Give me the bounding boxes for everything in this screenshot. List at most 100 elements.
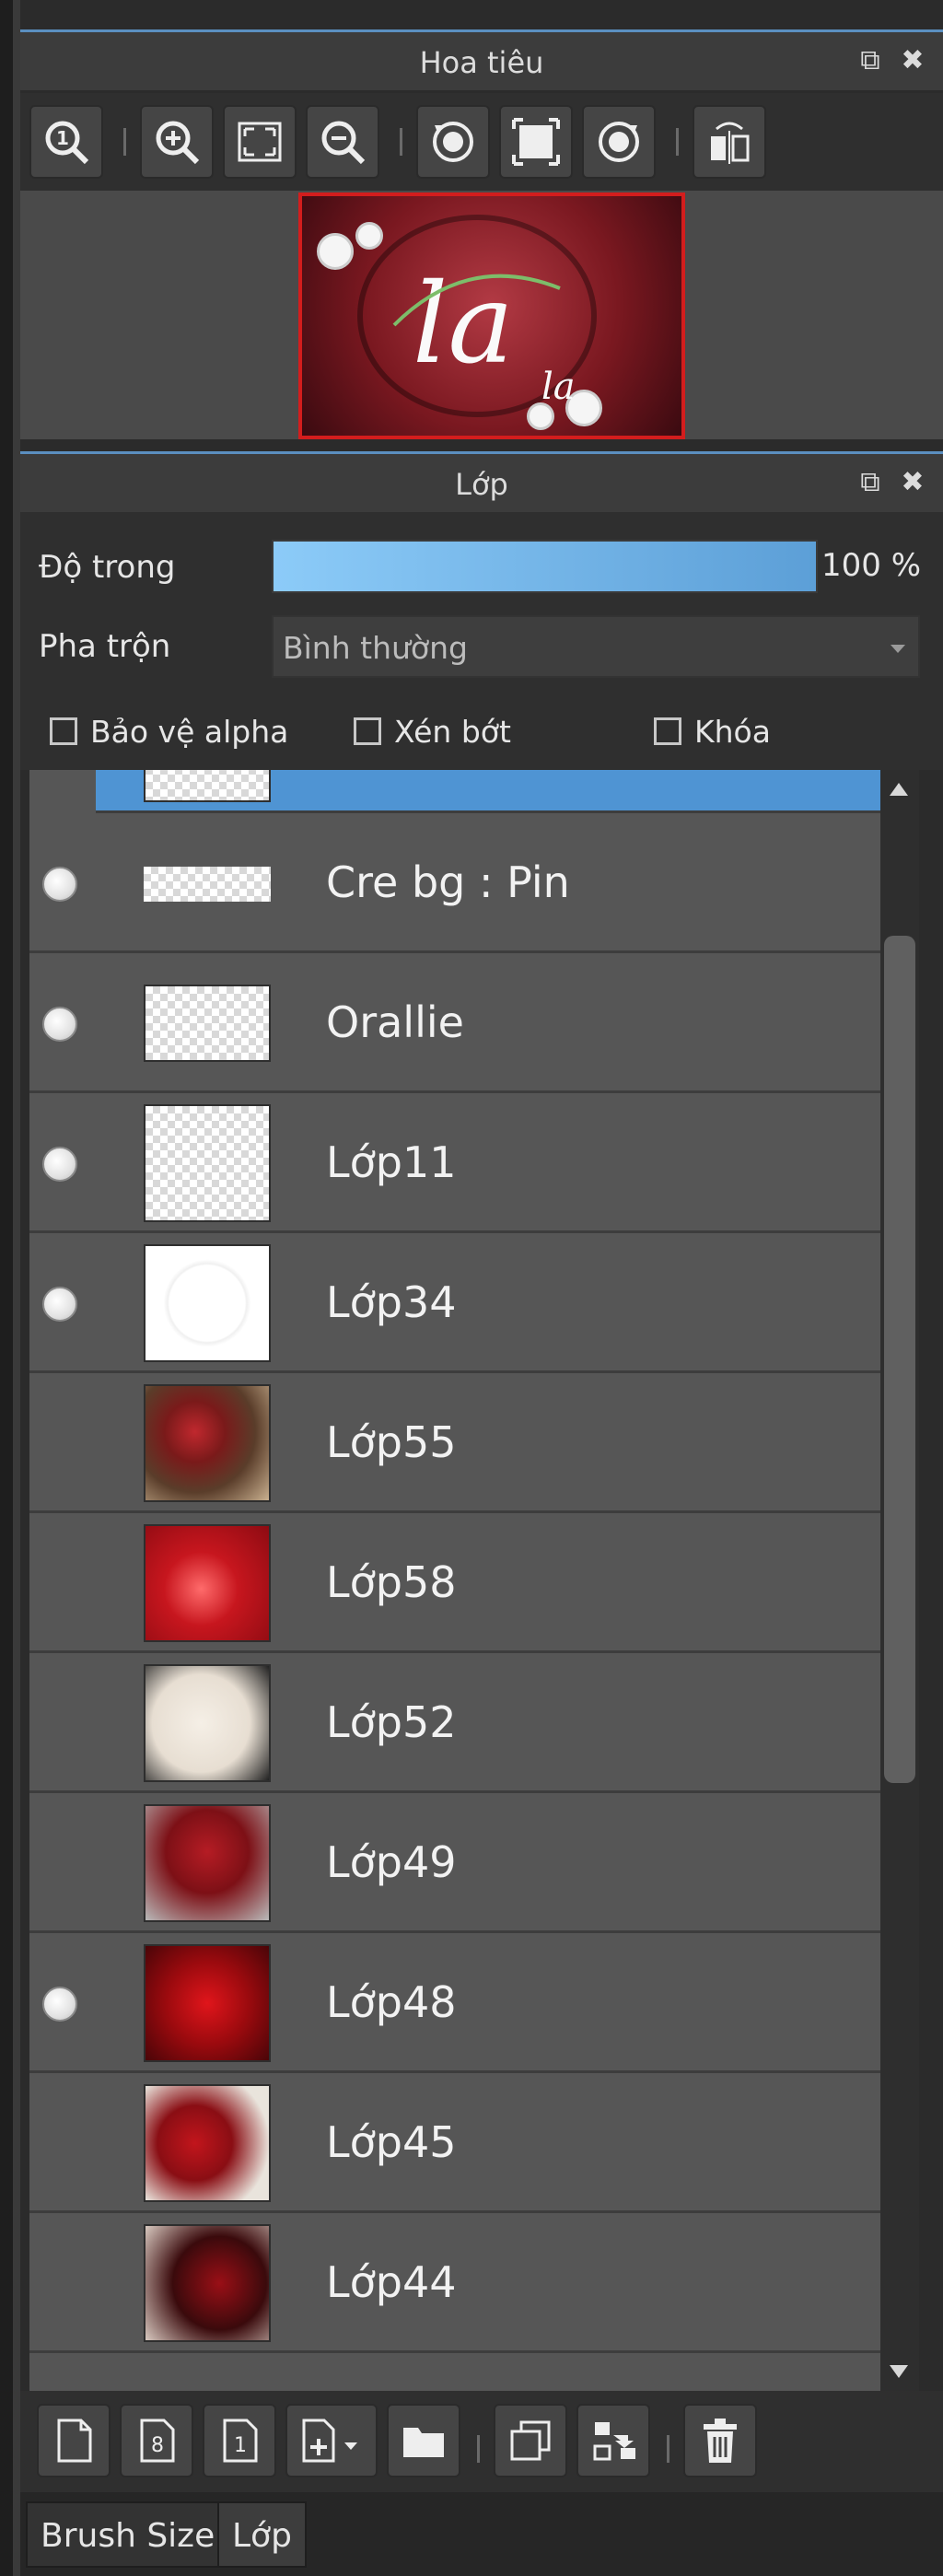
navigator-preview-area[interactable]: la la — [20, 191, 943, 439]
visibility-icon[interactable] — [42, 867, 77, 902]
fit-screen-icon — [238, 122, 282, 162]
layer-thumbnail[interactable] — [144, 1104, 271, 1222]
layer-row[interactable]: Lớp48 — [29, 1933, 880, 2073]
layer-panel-title: Lớp — [455, 467, 508, 502]
layer-row[interactable]: Orallie — [29, 953, 880, 1093]
preview-dot — [317, 233, 354, 270]
layer-row[interactable]: Lớp62⚙ — [29, 770, 880, 813]
close-icon[interactable]: ✖ — [897, 45, 928, 76]
checkbox-box — [654, 717, 681, 745]
layer-row[interactable]: Cre bg : Pin — [29, 813, 880, 953]
navigator-header: Hoa tiêu ⧉ ✖ — [20, 29, 943, 90]
new-1bit-layer-button[interactable]: 1 — [203, 2404, 276, 2477]
visibility-icon[interactable] — [42, 1147, 77, 1182]
toolbar-separator — [676, 128, 679, 156]
folder-icon — [403, 2428, 444, 2457]
zoom-reset-icon: 1 — [45, 121, 89, 165]
merge-down-icon — [593, 2422, 635, 2461]
layer-thumbnail[interactable] — [144, 1664, 271, 1782]
layer-thumbnail[interactable] — [144, 2084, 271, 2202]
opacity-label: Độ trong — [39, 549, 176, 586]
layer-name: Lớp52 — [326, 1697, 457, 1747]
duplicate-layer-button[interactable] — [494, 2404, 567, 2477]
tab-brush-size[interactable]: Brush Size — [26, 2501, 230, 2568]
layer-thumbnail[interactable] — [144, 824, 271, 942]
actual-size-icon — [512, 118, 560, 166]
zoom-out-button[interactable] — [306, 105, 379, 179]
add-layer-menu-icon — [302, 2419, 357, 2463]
layer-name: Lớp44 — [326, 2257, 457, 2307]
layer-name: Lớp34 — [326, 1277, 457, 1327]
new-layer-button[interactable] — [37, 2404, 111, 2477]
layer-row[interactable]: Lớp11 — [29, 1093, 880, 1233]
layer-thumbnail[interactable] — [144, 1384, 271, 1502]
zoom-out-icon — [321, 121, 366, 165]
opacity-value: 100 % — [821, 547, 922, 584]
opacity-slider[interactable] — [272, 540, 818, 593]
popout-icon[interactable]: ⧉ — [855, 45, 886, 76]
layer-row[interactable]: Lớp44 — [29, 2213, 880, 2353]
scroll-up-icon[interactable] — [890, 783, 908, 796]
delete-layer-button[interactable] — [683, 2404, 757, 2477]
layer-row[interactable]: Lớp34 — [29, 1233, 880, 1373]
navigator-title: Hoa tiêu — [419, 45, 544, 80]
layer-thumbnail[interactable] — [144, 770, 271, 802]
thumbnail-strip — [144, 867, 271, 902]
layer-thumbnail[interactable] — [144, 2224, 271, 2342]
lock-checkbox[interactable]: Khóa — [654, 713, 771, 750]
layer-row[interactable]: Lớp49 — [29, 1793, 880, 1933]
rotate-right-icon — [599, 122, 639, 162]
lock-label: Khóa — [694, 713, 771, 750]
layer-list[interactable]: Lớp62⚙ Cre bg : Pin Orallie Lớp11 Lớp34 Lớp55… — [29, 770, 880, 2391]
scroll-thumb[interactable] — [884, 936, 915, 1783]
panel-tabs: Brush Size Lớp — [20, 2492, 943, 2576]
layer-row[interactable]: Lớp58 — [29, 1513, 880, 1653]
popout-icon[interactable]: ⧉ — [855, 467, 886, 498]
layer-name: Lớp11 — [326, 1137, 457, 1187]
flip-horizontal-button[interactable] — [693, 105, 766, 179]
new-folder-button[interactable] — [387, 2404, 460, 2477]
layer-toolbar: 8 1 — [20, 2391, 943, 2492]
close-icon[interactable]: ✖ — [897, 467, 928, 498]
toolbar-separator — [123, 128, 126, 156]
clipping-checkbox[interactable]: Xén bớt — [354, 713, 511, 750]
toolbar-separator — [667, 2435, 669, 2463]
trash-icon — [704, 2419, 737, 2463]
blend-label: Pha trộn — [39, 628, 171, 665]
layer-row[interactable]: Lớp55 — [29, 1373, 880, 1513]
navigator-preview[interactable]: la la — [298, 192, 685, 439]
scroll-down-icon[interactable] — [890, 2365, 908, 2378]
merge-down-button[interactable] — [576, 2404, 650, 2477]
layer-thumbnail[interactable] — [144, 1524, 271, 1642]
svg-text:1: 1 — [234, 2434, 247, 2457]
duplicate-icon — [510, 2420, 551, 2461]
visibility-icon[interactable] — [42, 1987, 77, 2022]
zoom-reset-button[interactable]: 1 — [29, 105, 103, 179]
checkbox-box — [354, 717, 381, 745]
new-8bit-layer-button[interactable]: 8 — [120, 2404, 193, 2477]
layer-thumbnail[interactable] — [144, 964, 271, 1082]
layer-row[interactable]: Lớp45 — [29, 2073, 880, 2213]
toolbar-separator — [400, 128, 402, 156]
zoom-in-button[interactable] — [140, 105, 214, 179]
add-layer-menu-button[interactable] — [285, 2404, 378, 2477]
rotate-left-button[interactable] — [416, 105, 490, 179]
visibility-icon[interactable] — [42, 1287, 77, 1322]
layer-thumbnail[interactable] — [144, 1944, 271, 2062]
layer-thumbnail[interactable] — [144, 1244, 271, 1362]
blend-mode-select[interactable]: Bình thường — [272, 615, 920, 678]
protect-alpha-checkbox[interactable]: Bảo vệ alpha — [50, 713, 288, 750]
visibility-icon[interactable] — [42, 1007, 77, 1042]
fit-screen-button[interactable] — [223, 105, 297, 179]
rotate-right-button[interactable] — [582, 105, 656, 179]
rotate-left-icon — [433, 122, 473, 162]
layer-row[interactable]: Lớp52 — [29, 1653, 880, 1793]
blend-mode-value: Bình thường — [283, 630, 468, 666]
layer-thumbnail[interactable] — [144, 1804, 271, 1922]
actual-size-button[interactable] — [499, 105, 573, 179]
tab-layer[interactable]: Lớp — [217, 2501, 307, 2568]
new-1bit-layer-icon: 1 — [223, 2419, 258, 2463]
layer-name: Orallie — [326, 997, 464, 1047]
layer-name: Lớp58 — [326, 1557, 457, 1607]
layer-list-scrollbar[interactable] — [880, 770, 919, 2391]
